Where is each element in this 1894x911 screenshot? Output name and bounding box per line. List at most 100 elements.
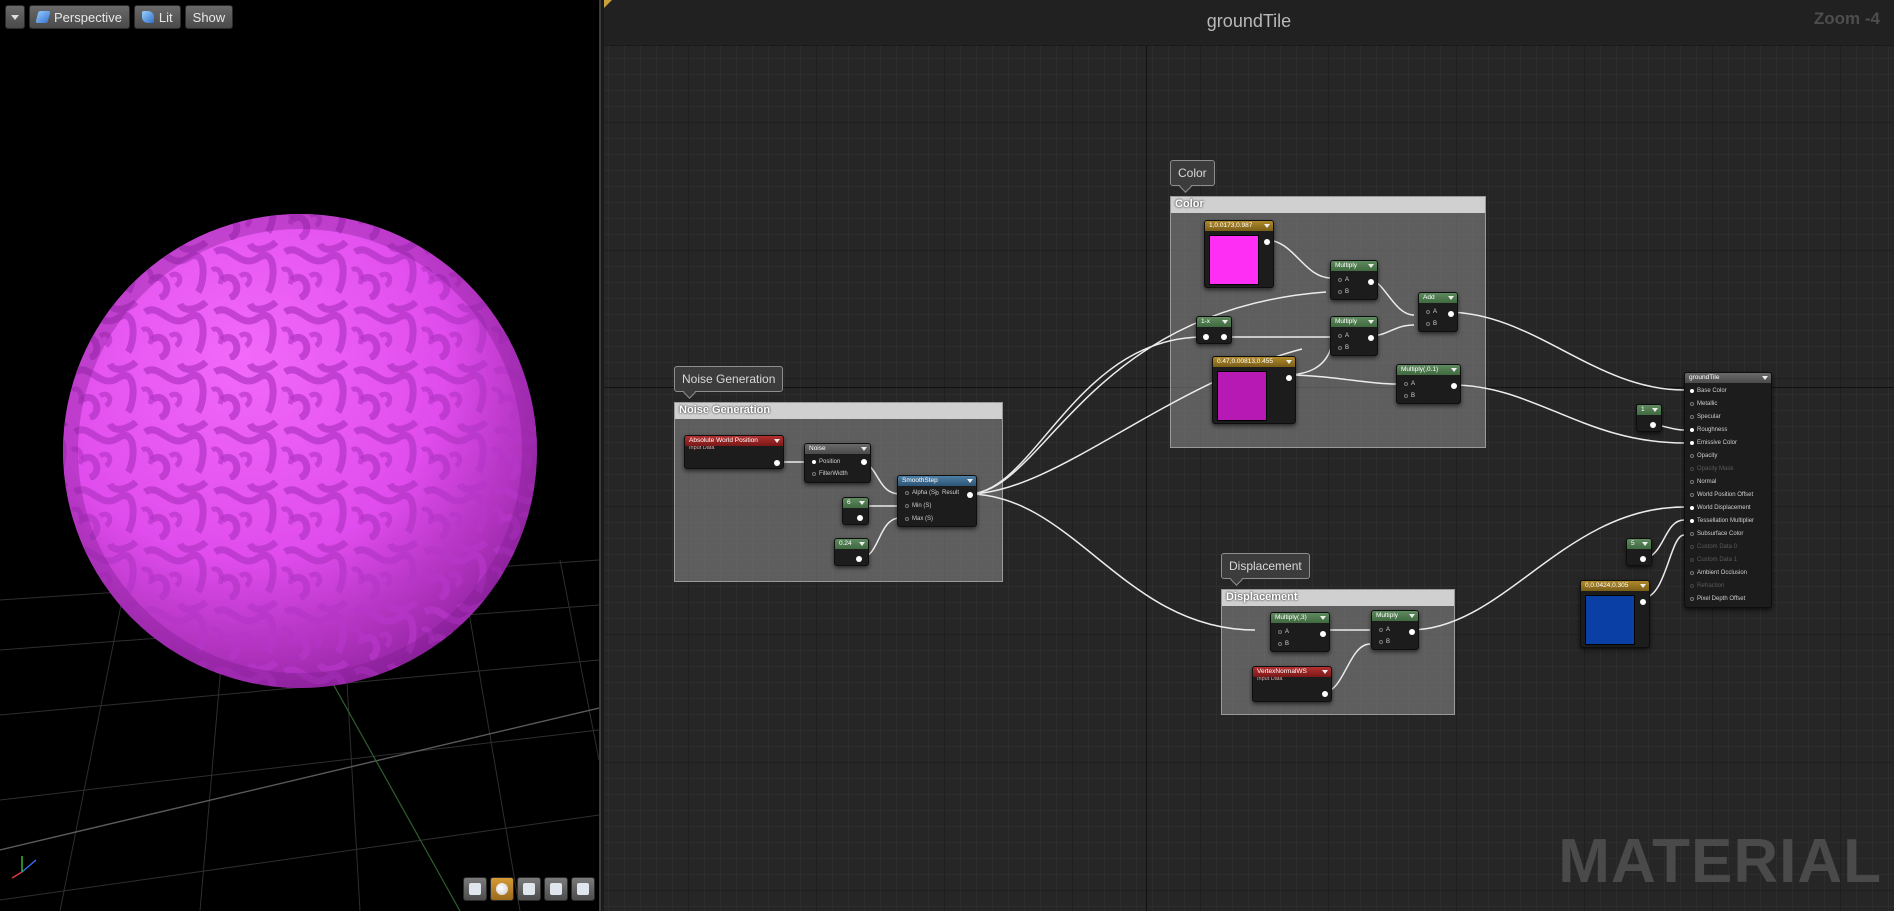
multiply-a-pin[interactable]: A [1403, 381, 1415, 387]
noise-position-pin[interactable]: Position [811, 459, 840, 465]
color-swatch [1217, 371, 1267, 421]
output-pin[interactable] [856, 556, 862, 562]
color-comment-header: Color [1171, 197, 1485, 213]
output-pin[interactable] [1368, 279, 1374, 285]
multiply-a-pin[interactable]: A [1337, 277, 1349, 283]
material-result-node[interactable]: groundTile Base Color Metallic Specular Rou… [1684, 372, 1772, 608]
result-pin[interactable]: World Position Offset [1689, 492, 1753, 498]
sphere-button[interactable] [490, 877, 514, 901]
result-pin[interactable]: World Displacement [1690, 505, 1751, 511]
smoothstep-min-pin[interactable]: Min (S) [904, 503, 931, 509]
lit-icon [141, 11, 154, 23]
constant-6-node[interactable]: 6 [842, 497, 869, 525]
add-a-pin[interactable]: A [1425, 309, 1437, 315]
output-pin[interactable] [1368, 335, 1374, 341]
result-pin[interactable]: Normal [1689, 479, 1716, 485]
one-minus-node[interactable]: 1-x [1196, 316, 1232, 344]
result-pin[interactable]: Roughness [1689, 427, 1727, 433]
result-pin[interactable]: Emissive Color [1689, 440, 1737, 446]
node-title: VertexNormalWS [1253, 667, 1331, 677]
add-node[interactable]: Add A B [1418, 292, 1458, 332]
noise-filterwidth-pin[interactable]: FilterWidth [812, 471, 848, 477]
noise-node[interactable]: Noise Position FilterWidth [804, 443, 871, 483]
multiply-node-displacement[interactable]: Multiply A B [1371, 610, 1419, 650]
result-pin[interactable]: Base Color [1690, 388, 1727, 394]
multiply-3-node[interactable]: Multiply(,3) A B [1270, 612, 1330, 652]
cube-button[interactable] [544, 877, 568, 901]
preview-scene[interactable] [0, 0, 599, 911]
vertex-normal-ws-node[interactable]: VertexNormalWS Input Data [1252, 666, 1332, 702]
material-preview-viewport[interactable]: Perspective Lit Show [0, 0, 601, 911]
multiply-node-2[interactable]: Multiply A B [1330, 316, 1378, 356]
noise-generation-comment-bubble[interactable]: Noise Generation [674, 366, 784, 392]
multiply-b-pin[interactable]: B [1378, 639, 1390, 645]
output-pin[interactable] [1409, 629, 1415, 635]
result-pin[interactable]: Refraction [1689, 583, 1724, 589]
show-button[interactable]: Show [184, 5, 234, 29]
absolute-world-position-node[interactable]: Absolute World Position Input Data [684, 435, 784, 469]
teapot-button[interactable] [571, 877, 595, 901]
output-pin[interactable] [967, 492, 973, 498]
color-comment-bubble[interactable]: Color [1170, 160, 1215, 186]
node-title: Add [1419, 293, 1457, 303]
smoothstep-node[interactable]: SmoothStep Alpha (S) Min (S) Max (S) Res… [897, 475, 977, 527]
multiply-b-pin[interactable]: B [1337, 345, 1349, 351]
multiply-b-pin[interactable]: B [1337, 289, 1349, 295]
smoothstep-max-pin[interactable]: Max (S) [905, 516, 933, 522]
multiply-a-pin[interactable]: A [1337, 333, 1349, 339]
teapot-icon [577, 883, 589, 895]
multiply-b-pin[interactable]: B [1403, 393, 1415, 399]
result-pin[interactable]: Specular [1690, 414, 1721, 420]
pink-color-constant-node[interactable]: 1,0.0173,0.987 [1204, 220, 1274, 288]
result-pin[interactable]: Opacity Mask [1689, 466, 1733, 472]
output-pin[interactable] [1322, 691, 1328, 697]
result-pin[interactable]: Ambient Occlusion [1689, 570, 1747, 576]
output-pin[interactable] [857, 515, 863, 521]
constant-0-24-node[interactable]: 0.24 [834, 538, 869, 566]
plane-button[interactable] [517, 877, 541, 901]
input-pin[interactable] [1203, 334, 1209, 340]
output-pin[interactable] [1320, 631, 1326, 637]
result-pin[interactable]: Pixel Depth Offset [1689, 596, 1745, 602]
smoothstep-alpha-pin[interactable]: Alpha (S) [904, 490, 937, 496]
multiply-node-1[interactable]: Multiply A B [1330, 260, 1378, 300]
blue-color-constant-node[interactable]: 0,0.0424,0.305 [1580, 580, 1650, 648]
output-pin[interactable] [1640, 556, 1646, 562]
output-pin[interactable] [861, 459, 867, 465]
material-watermark: MATERIAL [1558, 827, 1882, 896]
viewport-options-button[interactable] [5, 5, 25, 29]
constant-5-node[interactable]: 5 [1626, 538, 1652, 566]
result-pin[interactable]: Metallic [1689, 401, 1717, 407]
output-pin[interactable] [1640, 599, 1646, 605]
output-pin[interactable] [1286, 375, 1292, 381]
add-b-pin[interactable]: B [1425, 321, 1437, 327]
output-pin[interactable] [1448, 311, 1454, 317]
displacement-comment-bubble[interactable]: Displacement [1221, 553, 1310, 579]
output-pin[interactable] [1451, 383, 1457, 389]
multiply-a-pin[interactable]: A [1378, 627, 1390, 633]
multiply-a-pin[interactable]: A [1277, 629, 1289, 635]
smoothstep-result-pin[interactable]: Result [934, 490, 959, 496]
constant-1-node[interactable]: 1 [1636, 404, 1662, 432]
node-title: 0.24 [835, 539, 868, 549]
result-pin[interactable]: Custom Data 1 [1689, 557, 1737, 563]
color-swatch [1585, 595, 1635, 645]
result-pin[interactable]: Subsurface Color [1689, 531, 1743, 537]
output-pin[interactable] [1221, 334, 1227, 340]
view-mode-button[interactable]: Lit [133, 5, 181, 29]
output-pin[interactable] [774, 460, 780, 466]
output-pin[interactable] [1650, 422, 1656, 428]
result-pin[interactable]: Tessellation Multiplier [1689, 518, 1754, 524]
result-pin[interactable]: Opacity [1689, 453, 1717, 459]
result-pin[interactable]: Custom Data 0 [1689, 544, 1737, 550]
perspective-button[interactable]: Perspective [29, 5, 130, 29]
output-pin[interactable] [1264, 239, 1270, 245]
multiply-b-pin[interactable]: B [1277, 641, 1289, 647]
multiply-0-1-node[interactable]: Multiply(,0.1) A B [1396, 364, 1461, 404]
material-graph-editor[interactable]: groundTile Zoom -4 MATERIAL Noise Genera… [604, 0, 1894, 911]
color-bubble-label: Color [1178, 166, 1207, 180]
node-title: Multiply [1372, 611, 1418, 621]
cylinder-button[interactable] [463, 877, 487, 901]
purple-color-constant-node[interactable]: 0.47,0.00813,0.455 [1212, 356, 1296, 424]
node-title: 1-x [1197, 317, 1231, 327]
